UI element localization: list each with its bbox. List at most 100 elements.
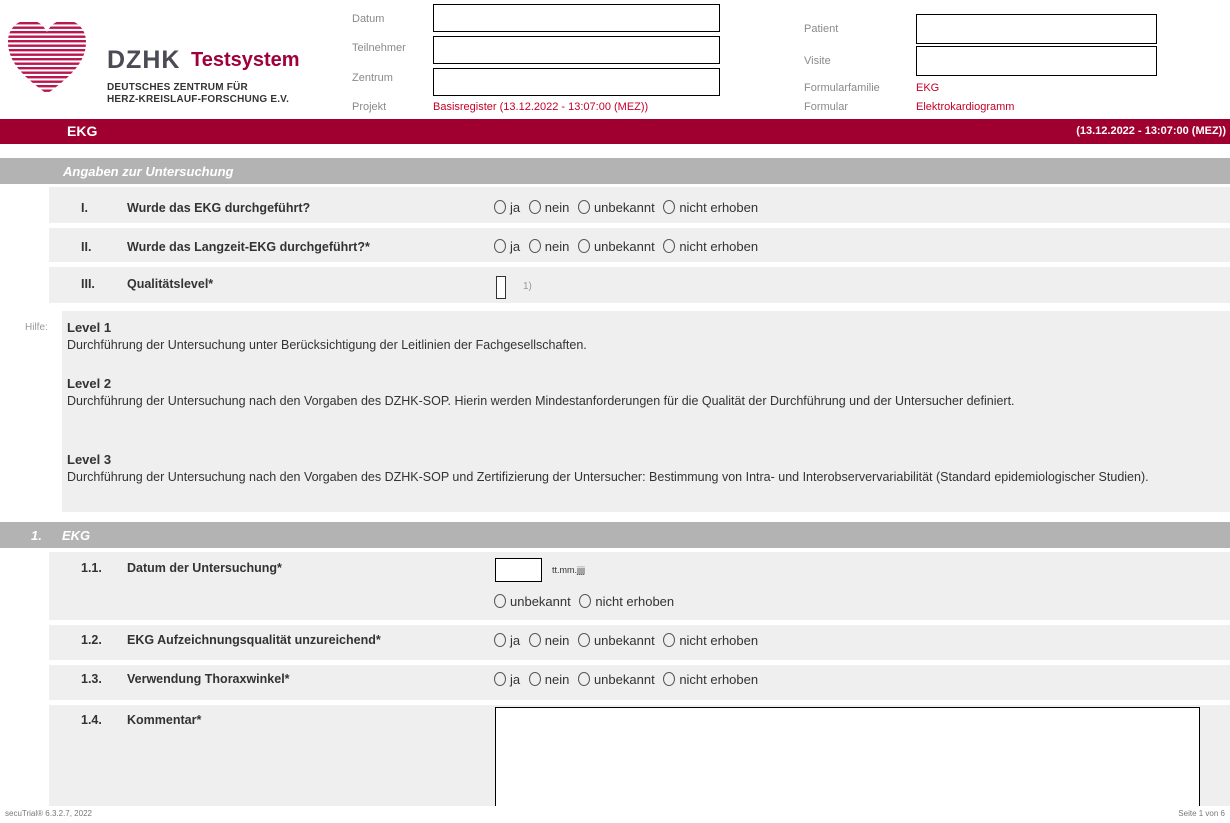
radio-circle-icon (528, 239, 541, 253)
datum-untersuchung-input[interactable] (495, 558, 542, 582)
heart-logo-icon (8, 22, 86, 92)
form-title: EKG (67, 123, 98, 139)
question-row-1-1: 1.1. Datum der Untersuchung* tt.mm.jjjj … (49, 552, 1230, 620)
question-label: Kommentar* (127, 713, 202, 727)
patient-field[interactable] (916, 14, 1157, 44)
question-number: 1.4. (81, 713, 102, 727)
help-level-3-text: Durchführung der Untersuchung nach den V… (67, 470, 1149, 484)
question-number: III. (81, 277, 95, 291)
section-angaben: Angaben zur Untersuchung (0, 158, 1230, 184)
question-label: Datum der Untersuchung* (127, 561, 282, 575)
question-row-1-4: 1.4. Kommentar* (49, 705, 1230, 806)
radio-circle-icon (663, 672, 676, 686)
section-angaben-label: Angaben zur Untersuchung (63, 164, 234, 179)
radio-ja[interactable]: ja (494, 672, 520, 687)
logo-abbr: DZHK (107, 46, 181, 74)
radio-nicht-erhoben[interactable]: nicht erhoben (663, 200, 758, 215)
question-number: I. (81, 201, 88, 215)
formular-value: Elektrokardiogramm (916, 101, 1015, 113)
question-number: II. (81, 240, 92, 254)
radio-circle-icon (494, 633, 506, 647)
section-ekg-number: 1. (31, 528, 42, 543)
radio-circle-icon (579, 594, 592, 608)
question-row-1-2: 1.2. EKG Aufzeichnungsqualität unzureich… (49, 625, 1230, 660)
formularfamilie-label: Formularfamilie (804, 82, 880, 94)
teilnehmer-label: Teilnehmer (352, 42, 406, 54)
radio-ja[interactable]: ja (494, 633, 520, 648)
radio-unbekannt[interactable]: unbekannt (494, 594, 571, 609)
help-box: Level 1 Durchführung der Untersuchung un… (62, 311, 1230, 512)
radio-unbekannt[interactable]: unbekannt (577, 200, 655, 215)
radio-circle-icon (663, 633, 676, 647)
radio-nicht-erhoben[interactable]: nicht erhoben (579, 594, 674, 609)
visite-field[interactable] (916, 46, 1157, 76)
radio-circle-icon (494, 594, 506, 608)
radio-ja[interactable]: ja (494, 239, 520, 254)
date-format-hint: tt.mm.jjjj (552, 565, 585, 575)
question-label: Wurde das Langzeit-EKG durchgeführt?* (127, 240, 370, 254)
radio-unbekannt[interactable]: unbekannt (577, 672, 655, 687)
radio-nein[interactable]: nein (528, 633, 569, 648)
radio-circle-icon (577, 200, 590, 214)
patient-label: Patient (804, 23, 839, 35)
radio-nicht-erhoben[interactable]: nicht erhoben (663, 672, 758, 687)
radio-circle-icon (577, 633, 590, 647)
question-row-1-3: 1.3. Verwendung Thoraxwinkel* ja nein un… (49, 665, 1230, 700)
formularfamilie-value: EKG (916, 82, 940, 94)
help-level-3-title: Level 3 (67, 452, 112, 467)
help-level-2-title: Level 2 (67, 376, 112, 391)
teilnehmer-field[interactable] (433, 36, 720, 64)
question-number: 1.1. (81, 561, 102, 575)
logo-line-2: HERZ-KREISLAUF-FORSCHUNG E.V. (107, 94, 290, 105)
help-label: Hilfe: (25, 322, 48, 333)
radio-nicht-erhoben[interactable]: nicht erhoben (663, 633, 758, 648)
zentrum-field[interactable] (433, 68, 720, 96)
form-title-bar: EKG (13.12.2022 - 13:07:00 (MEZ)) (0, 119, 1230, 144)
radio-unbekannt[interactable]: unbekannt (577, 633, 655, 648)
question-row-II: II. Wurde das Langzeit-EKG durchgeführt?… (49, 228, 1230, 262)
logo-system: Testsystem (191, 49, 300, 71)
question-row-I: I. Wurde das EKG durchgeführt? ja nein u… (49, 187, 1230, 223)
projekt-value: Basisregister (13.12.2022 - 13:07:00 (ME… (433, 101, 649, 113)
question-label: Wurde das EKG durchgeführt? (127, 201, 311, 215)
question-label: Verwendung Thoraxwinkel* (127, 672, 290, 686)
question-row-III: III. Qualitätslevel* 1) (49, 267, 1230, 303)
radio-unbekannt[interactable]: unbekannt (577, 239, 655, 254)
radio-circle-icon (528, 633, 541, 647)
section-ekg: 1. EKG (0, 522, 1230, 548)
logo-line-1: DEUTSCHES ZENTRUM FÜR (107, 82, 248, 93)
radio-circle-icon (494, 200, 506, 214)
zentrum-label: Zentrum (352, 72, 393, 84)
projekt-label: Projekt (352, 101, 387, 113)
radio-circle-icon (528, 200, 541, 214)
radio-nein[interactable]: nein (528, 672, 569, 687)
footer-version: secuTrial® 6.3.2.7, 2022 (5, 809, 92, 818)
radio-circle-icon (577, 672, 590, 686)
radio-nein[interactable]: nein (528, 200, 569, 215)
datum-label: Datum (352, 13, 385, 25)
form-timestamp: (13.12.2022 - 13:07:00 (MEZ)) (1076, 125, 1226, 137)
radio-circle-icon (528, 672, 541, 686)
question-label: Qualitätslevel* (127, 277, 214, 291)
radio-ja[interactable]: ja (494, 200, 520, 215)
kommentar-textarea[interactable] (495, 707, 1200, 806)
question-number: 1.3. (81, 672, 102, 686)
radio-nein[interactable]: nein (528, 239, 569, 254)
question-number: 1.2. (81, 633, 102, 647)
radio-circle-icon (663, 200, 676, 214)
radio-circle-icon (494, 672, 506, 686)
help-level-1-text: Durchführung der Untersuchung unter Berü… (67, 338, 587, 352)
radio-circle-icon (577, 239, 590, 253)
datum-field[interactable] (433, 4, 720, 32)
help-level-1-title: Level 1 (67, 320, 112, 335)
help-level-2-text: Durchführung der Untersuchung nach den V… (67, 394, 1015, 408)
radio-nicht-erhoben[interactable]: nicht erhoben (663, 239, 758, 254)
section-ekg-label: EKG (62, 528, 91, 543)
radio-circle-icon (663, 239, 676, 253)
footer-page-number: Seite 1 von 6 (1178, 809, 1225, 818)
qualitaetslevel-input[interactable] (496, 276, 506, 299)
radio-circle-icon (494, 239, 506, 253)
visite-label: Visite (804, 55, 831, 67)
formular-label: Formular (804, 101, 849, 113)
question-label: EKG Aufzeichnungsqualität unzureichend* (127, 633, 381, 647)
